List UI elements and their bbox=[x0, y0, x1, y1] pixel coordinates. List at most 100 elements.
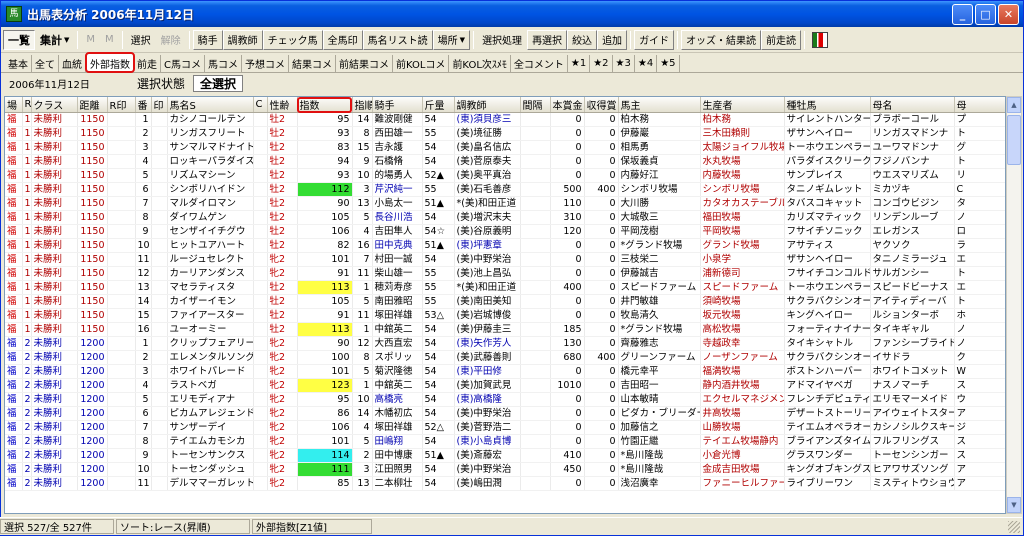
table-row[interactable]: 福 1 未勝利 1150 7 マルダイロマン 牡2 90 13 小島太一 51▲ *(美)和田正道 11… bbox=[5, 196, 1005, 211]
tab-4[interactable]: 前走 bbox=[134, 55, 161, 72]
tab-9[interactable]: 前結果コメ bbox=[336, 55, 393, 72]
table-row[interactable]: 福 2 未勝利 1200 2 エレメンタルソング 牝2 100 8 スポリッ 54 (美)武藤善則 68… bbox=[5, 350, 1005, 365]
table-row[interactable]: 福 2 未勝利 1200 5 エリモディアナ 牝2 95 10 高橋亮 54 (東)高橋隆 0 0 山本敏晴… bbox=[5, 392, 1005, 407]
tab-8[interactable]: 結果コメ bbox=[289, 55, 336, 72]
column-header-16[interactable]: 本賞金 bbox=[550, 97, 585, 113]
table-row[interactable]: 福 2 未勝利 1200 3 ホワイトパレード 牝2 101 5 菊沢隆徳 54 (東)平田修 0 0 橋元… bbox=[5, 364, 1005, 379]
toolbar-button-13[interactable]: 再選択 bbox=[527, 29, 568, 50]
tab-1[interactable]: 全て bbox=[32, 55, 59, 72]
column-header-0[interactable]: 場 bbox=[5, 97, 23, 113]
column-header-19[interactable]: 生産者 bbox=[700, 97, 785, 113]
column-header-12[interactable]: 騎手 bbox=[372, 97, 423, 113]
column-header-14[interactable]: 調教師 bbox=[454, 97, 521, 113]
table-cell bbox=[253, 210, 268, 225]
resize-grip-icon[interactable] bbox=[1008, 520, 1020, 533]
table-row[interactable]: 福 1 未勝利 1150 4 ロッキーパラダイス 牡2 94 9 石橋脩 54 (美)菅原泰夫 0 0 保坂… bbox=[5, 154, 1005, 169]
toolbar-button-17[interactable]: オッズ・結果読 bbox=[681, 29, 762, 50]
toolbar-button-0[interactable]: 一覧 bbox=[3, 29, 35, 50]
column-header-13[interactable]: 斤量 bbox=[422, 97, 455, 113]
table-row[interactable]: 福 1 未勝利 1150 6 シンボリハイドン 牡2 112 3 芹沢純一 55 (美)石毛善彦 500… bbox=[5, 182, 1005, 197]
tab-16[interactable]: ★4 bbox=[635, 55, 658, 72]
table-row[interactable]: 福 1 未勝利 1150 11 ルージュセレクト 牝2 101 7 村田一誠 54 (美)中野栄治 0 0… bbox=[5, 252, 1005, 267]
column-header-21[interactable]: 母名 bbox=[870, 97, 955, 113]
table-row[interactable]: 福 2 未勝利 1200 9 トーセンサンクス 牝2 114 2 田中博康 51▲ (美)斎藤宏 410… bbox=[5, 448, 1005, 463]
scroll-down-icon[interactable]: ▼ bbox=[1007, 497, 1021, 513]
scroll-up-icon[interactable]: ▲ bbox=[1007, 97, 1021, 113]
table-row[interactable]: 福 2 未勝利 1200 7 サンザーデイ 牝2 106 4 塚田祥雄 52△ (美)菅野浩二 0 0 加藤… bbox=[5, 420, 1005, 435]
toolbar-button-8[interactable]: チェック馬 bbox=[262, 29, 323, 50]
toolbar-button-15[interactable]: 追加 bbox=[597, 29, 628, 50]
minimize-icon[interactable]: _ bbox=[952, 3, 973, 25]
table-row[interactable]: 福 1 未勝利 1150 12 カーリアンダンス 牝2 91 11 柴山雄一 55 (美)池上昌弘 0 0… bbox=[5, 266, 1005, 281]
toolbar-button-9[interactable]: 全馬印 bbox=[322, 29, 363, 50]
column-header-5[interactable]: 番 bbox=[135, 97, 152, 113]
table-row[interactable]: 福 1 未勝利 1150 14 カイザーイモン 牡2 105 5 南田雅昭 55 (美)南田美知 0 0 井… bbox=[5, 294, 1005, 309]
column-header-6[interactable]: 印 bbox=[151, 97, 168, 113]
close-icon[interactable]: ✕ bbox=[998, 3, 1019, 25]
column-header-7[interactable]: 馬名S bbox=[167, 97, 254, 113]
table-row[interactable]: 福 1 未勝利 1150 8 ダイワムゲン 牡2 105 5 長谷川浩 54 (美)増沢末夫 310 0 大… bbox=[5, 210, 1005, 225]
column-header-2[interactable]: クラス bbox=[31, 97, 78, 113]
column-header-20[interactable]: 種牡馬 bbox=[784, 97, 871, 113]
toolbar-button-2[interactable]: M bbox=[81, 30, 100, 50]
toolbar-button-6[interactable]: 騎手 bbox=[192, 29, 223, 50]
column-header-17[interactable]: 収得賞 bbox=[584, 97, 619, 113]
tab-17[interactable]: ★5 bbox=[657, 55, 680, 72]
table-row[interactable]: 福 1 未勝利 1150 10 ヒットユアハート 牡2 82 16 田中克典 51▲ (東)坪憲章 0 0… bbox=[5, 238, 1005, 253]
table-row[interactable]: 福 1 未勝利 1150 9 センザイイチグウ 牡2 106 4 吉田隼人 54☆ (美)谷原義明 12… bbox=[5, 224, 1005, 239]
toolbar-button-11[interactable]: 場所 ▼ bbox=[432, 29, 471, 50]
column-header-15[interactable]: 間隔 bbox=[520, 97, 551, 113]
column-header-3[interactable]: 距離 bbox=[77, 97, 108, 113]
column-header-4[interactable]: R印 bbox=[107, 97, 136, 113]
tab-14[interactable]: ★2 bbox=[590, 55, 613, 72]
table-row[interactable]: 福 1 未勝利 1150 3 サンマルマドナイト 牡2 83 15 吉永護 54 (美)畠名信広 0 0 相… bbox=[5, 140, 1005, 155]
table-row[interactable]: 福 1 未勝利 1150 13 マセラティスタ 牡2 113 1 穂苅寿彦 55 *(美)和田正道 40… bbox=[5, 280, 1005, 295]
column-header-11[interactable]: 指順 bbox=[352, 97, 373, 113]
tab-3[interactable]: 外部指数 bbox=[85, 52, 135, 73]
tab-11[interactable]: 前KOL次ｽﾒﾓ bbox=[449, 55, 511, 72]
column-header-9[interactable]: 性齢 bbox=[267, 97, 298, 113]
column-header-1[interactable]: R bbox=[22, 97, 32, 113]
title-bar[interactable]: 馬 出馬表分析 2006年11月12日 _ □ ✕ bbox=[1, 1, 1023, 27]
toolbar-button-3[interactable]: M bbox=[100, 30, 119, 50]
tab-0[interactable]: 基本 bbox=[5, 55, 32, 72]
toolbar-button-10[interactable]: 馬名リスト読 bbox=[362, 29, 433, 50]
tab-13[interactable]: ★1 bbox=[568, 55, 591, 72]
table-row[interactable]: 福 1 未勝利 1150 2 リンガスフリート 牡2 93 8 西田雄一 55 (美)境征勝 0 0 伊藤巖… bbox=[5, 126, 1005, 141]
column-header-18[interactable]: 馬主 bbox=[618, 97, 701, 113]
toolbar-button-12[interactable]: 選択処理 bbox=[477, 30, 527, 50]
table-row[interactable]: 福 2 未勝利 1200 11 デルママーガレット 牝2 85 13 二本柳壮 54 (美)嶋田潤 0 0… bbox=[5, 476, 1005, 491]
select-all-button[interactable]: 全選択 bbox=[193, 74, 244, 92]
toolbar-button-5[interactable]: 解除 bbox=[156, 30, 186, 50]
tab-10[interactable]: 前KOLコメ bbox=[393, 55, 450, 72]
tab-5[interactable]: C馬コメ bbox=[161, 55, 205, 72]
tab-15[interactable]: ★3 bbox=[613, 55, 635, 72]
maximize-icon[interactable]: □ bbox=[975, 3, 996, 25]
column-header-22[interactable]: 母 bbox=[954, 97, 1005, 113]
column-header-10[interactable]: 指数 bbox=[297, 97, 353, 113]
table-row[interactable]: 福 1 未勝利 1150 1 カシノコールテン 牡2 95 14 難波剛健 54 (東)須貝彦三 0 0 柏… bbox=[5, 112, 1005, 127]
tab-12[interactable]: 全コメント bbox=[511, 55, 568, 72]
table-row[interactable]: 福 2 未勝利 1200 10 トーセンダッシュ 牝2 111 3 江田照男 54 (美)中野栄治 45… bbox=[5, 462, 1005, 477]
vertical-scrollbar[interactable]: ▲ ▼ bbox=[1006, 96, 1022, 514]
toolbar-button-1[interactable]: 集計 ▼ bbox=[35, 30, 74, 50]
toolbar-button-7[interactable]: 調教師 bbox=[222, 29, 263, 50]
table-row[interactable]: 福 1 未勝利 1150 15 ファイアースター 牡2 91 11 塚田祥雄 53△ (美)岩城博俊 0… bbox=[5, 308, 1005, 323]
tab-2[interactable]: 血統 bbox=[59, 55, 86, 72]
table-row[interactable]: 福 2 未勝利 1200 4 ラストベガ 牝2 123 1 中舘英二 54 (美)加賀武見 1010 0 吉… bbox=[5, 378, 1005, 393]
tab-6[interactable]: 馬コメ bbox=[205, 55, 242, 72]
grid-export-icon[interactable] bbox=[812, 31, 829, 48]
toolbar-button-14[interactable]: 絞込 bbox=[567, 29, 598, 50]
toolbar-button-18[interactable]: 前走読 bbox=[761, 29, 802, 50]
table-row[interactable]: 福 2 未勝利 1200 8 テイエムカモシカ 牝2 101 5 田嶋翔 54 (東)小島貞博 0 0 竹園… bbox=[5, 434, 1005, 449]
table-row[interactable]: 福 2 未勝利 1200 6 ピカムアレジェンド 牝2 86 14 木幡初広 54 (美)中野栄治 0 0… bbox=[5, 406, 1005, 421]
table-row[interactable]: 福 1 未勝利 1150 5 リズムマシーン 牡2 93 10 的場勇人 52▲ (美)奥平真治 0 0 内… bbox=[5, 168, 1005, 183]
tab-7[interactable]: 予想コメ bbox=[242, 55, 289, 72]
table-row[interactable]: 福 2 未勝利 1200 1 クリップフェアリー 牝2 90 12 大西直宏 54 (東)矢作芳人 13… bbox=[5, 336, 1005, 351]
toolbar-button-4[interactable]: 選択 bbox=[126, 30, 156, 50]
toolbar-button-16[interactable]: ガイド bbox=[634, 29, 675, 50]
table-row[interactable]: 福 1 未勝利 1150 16 ユーオーミー 牡2 113 1 中舘英二 54 (美)伊藤圭三 185 0… bbox=[5, 322, 1005, 337]
column-header-8[interactable]: C bbox=[253, 97, 268, 113]
entries-grid[interactable]: 場Rクラス距離R印番印馬名SC性齢指数指順騎手斤量調教師間隔本賞金収得賞馬主生産… bbox=[4, 96, 1006, 514]
scroll-thumb[interactable] bbox=[1007, 115, 1021, 165]
